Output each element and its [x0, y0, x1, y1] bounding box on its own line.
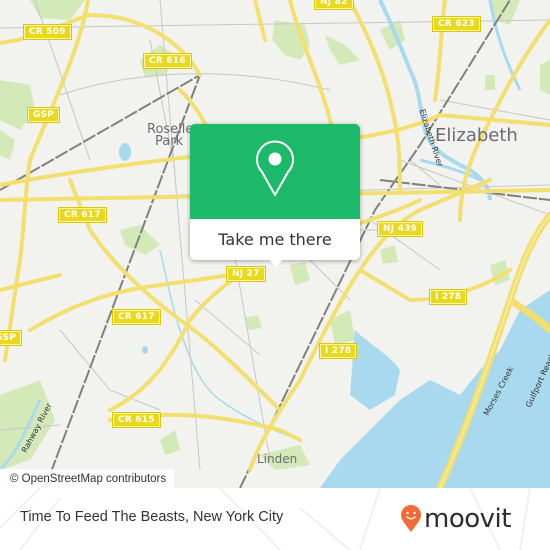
- map[interactable]: CR 509 CR 616 GSP CR 617 CR 617 GSP CR 6…: [0, 0, 550, 488]
- popup-pointer: [268, 258, 284, 267]
- road-shield-cr-617-north: CR 617: [58, 207, 107, 223]
- road-shield-cr-615: CR 615: [112, 412, 161, 428]
- take-me-there-button[interactable]: Take me there: [190, 219, 360, 260]
- road-shield-cr-617-south: CR 617: [112, 309, 161, 325]
- place-label-linden: Linden: [257, 452, 298, 466]
- place-label-park: Park: [155, 134, 184, 149]
- road-shield-cr-509: CR 509: [23, 24, 72, 40]
- moovit-logo[interactable]: moovit: [400, 501, 511, 537]
- osm-attribution[interactable]: © OpenStreetMap contributors: [0, 469, 175, 488]
- road-shield-i-278-south: I 278: [318, 343, 358, 359]
- moovit-wordmark: moovit: [424, 504, 511, 534]
- location-popup: Take me there: [190, 124, 360, 267]
- location-title: Time To Feed The Beasts, New York City: [20, 509, 284, 525]
- road-shield-i-278-east: I 278: [428, 289, 468, 305]
- road-shield-cr-616: CR 616: [143, 53, 192, 69]
- moovit-pin-icon: [401, 505, 421, 532]
- road-shield-gsp-south: GSP: [0, 330, 23, 346]
- road-shield-cr-623: CR 623: [432, 16, 481, 32]
- map-pin-icon: [256, 140, 294, 196]
- footer: Time To Feed The Beasts, New York City m…: [0, 488, 550, 550]
- popup-header: [190, 124, 360, 219]
- place-label-elizabeth: Elizabeth: [435, 125, 518, 146]
- road-shield-nj-27: NJ 27: [226, 266, 266, 282]
- road-shield-nj-439: NJ 439: [376, 221, 424, 237]
- road-shield-gsp: GSP: [26, 107, 61, 123]
- road-shield-nj-82: NJ 82: [314, 0, 354, 10]
